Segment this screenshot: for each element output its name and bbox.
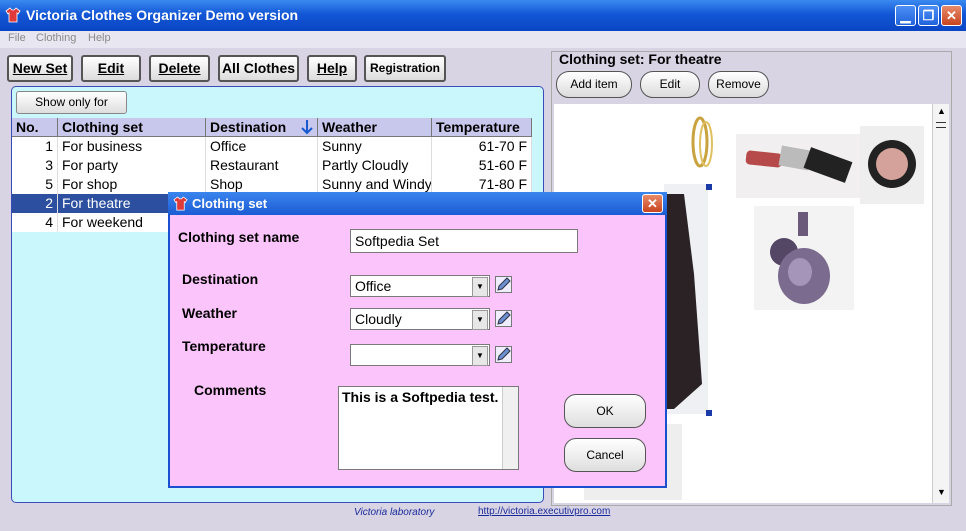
cell-no: 1 [12,137,58,156]
add-item-button[interactable]: Add item [556,71,632,98]
chevron-down-icon[interactable]: ▼ [472,346,488,366]
weather-select[interactable]: Cloudly ▼ [350,308,490,330]
comments-value: This is a Softpedia test. [342,389,499,405]
compact-icon [868,140,916,188]
status-company: Victoria laboratory [354,507,435,518]
app-tshirt-icon [173,196,188,211]
new-set-button[interactable]: New Set [7,55,73,82]
cell-temperature: 61-70 F [432,137,532,156]
dress-image[interactable] [664,184,708,414]
destination-value: Office [355,278,392,294]
sort-arrow-icon [301,120,313,135]
selection-handle[interactable] [706,410,712,416]
destination-header-label: Destination [210,119,287,135]
cell-temperature: 51-60 F [432,156,532,175]
title-bar: Victoria Clothes Organizer Demo version … [0,0,966,31]
cell-destination: Restaurant [206,156,318,175]
destination-select[interactable]: Office ▼ [350,275,490,297]
comments-scrollbar[interactable] [502,387,518,469]
clothing-set-name-label: Clothing set name [178,229,300,245]
website-link[interactable]: http://victoria.executivpro.com [478,506,610,517]
bracelet-image[interactable] [682,112,722,172]
perfume-icon [770,212,830,304]
chevron-down-icon[interactable]: ▼ [472,277,488,297]
new-set-label: New Set [12,60,68,76]
dress-icon [664,194,702,409]
column-header-destination[interactable]: Destination [206,118,318,137]
perfume-image[interactable] [754,206,854,310]
table-row[interactable]: 1 For business Office Sunny 61-70 F [12,137,532,156]
cell-no: 3 [12,156,58,175]
weather-label: Weather [182,305,237,321]
cell-no: 5 [12,175,58,194]
edit-pencil-icon[interactable] [495,276,512,293]
scroll-thumb[interactable] [936,122,946,128]
selection-handle[interactable] [706,184,712,190]
minimize-button[interactable]: ▁ [895,5,916,26]
temperature-select[interactable]: ▼ [350,344,490,366]
ok-button[interactable]: OK [564,394,646,428]
registration-button[interactable]: Registration [364,55,446,82]
edit-pencil-icon[interactable] [495,346,512,363]
column-header-weather[interactable]: Weather [318,118,432,137]
window-title: Victoria Clothes Organizer Demo version [26,7,299,23]
all-clothes-button[interactable]: All Clothes [218,55,299,82]
table-header: No. Clothing set Destination Weather Tem… [12,118,532,137]
chevron-down-icon[interactable]: ▼ [472,310,488,330]
cell-no: 2 [12,194,58,213]
dialog-close-button[interactable]: ✕ [642,194,663,213]
clothing-set-name-input[interactable]: Softpedia Set [350,229,578,253]
edit-button[interactable]: Edit [81,55,141,82]
menu-file[interactable]: File [8,32,26,44]
edit-pencil-icon[interactable] [495,310,512,327]
maximize-button[interactable]: ❐ [918,5,939,26]
destination-label: Destination [182,271,259,287]
cancel-button[interactable]: Cancel [564,438,646,472]
menu-bar: File Clothing Help [0,31,966,48]
cell-weather: Sunny [318,137,432,156]
edit-label: Edit [97,60,125,76]
preview-title: Clothing set: For theatre [559,51,722,67]
table-row[interactable]: 3 For party Restaurant Partly Cloudly 51-60 … [12,156,532,175]
lipstick-icon [745,145,853,183]
close-button[interactable]: ✕ [941,5,962,26]
column-header-clothing-set[interactable]: Clothing set [58,118,206,137]
menu-help[interactable]: Help [88,32,111,44]
help-label: Help [316,60,348,76]
column-header-temperature[interactable]: Temperature [432,118,532,137]
show-only-for-button[interactable]: Show only for [16,91,127,114]
cell-destination: Office [206,137,318,156]
menu-clothing[interactable]: Clothing [36,32,76,44]
scroll-up-arrow[interactable]: ▲ [933,106,950,120]
delete-label: Delete [158,60,201,76]
temperature-label: Temperature [182,338,266,354]
comments-textarea[interactable]: This is a Softpedia test. [338,386,519,470]
lipstick-image[interactable] [736,134,860,198]
delete-button[interactable]: Delete [149,55,210,82]
app-tshirt-icon [5,7,21,23]
cell-weather: Partly Cloudly [318,156,432,175]
scroll-down-arrow[interactable]: ▼ [933,487,950,501]
remove-item-button[interactable]: Remove [708,71,769,98]
dialog-title: Clothing set [192,196,268,211]
preview-scrollbar[interactable]: ▲ ▼ [932,104,949,503]
comments-label: Comments [194,382,267,398]
compact-image[interactable] [860,126,924,204]
help-button[interactable]: Help [307,55,357,82]
cell-clothing-set: For business [58,137,206,156]
dialog-title-bar: Clothing set [168,192,667,215]
cell-no: 4 [12,213,58,232]
column-header-no[interactable]: No. [12,118,58,137]
cell-clothing-set: For party [58,156,206,175]
weather-value: Cloudly [355,311,402,327]
edit-item-button[interactable]: Edit [640,71,700,98]
